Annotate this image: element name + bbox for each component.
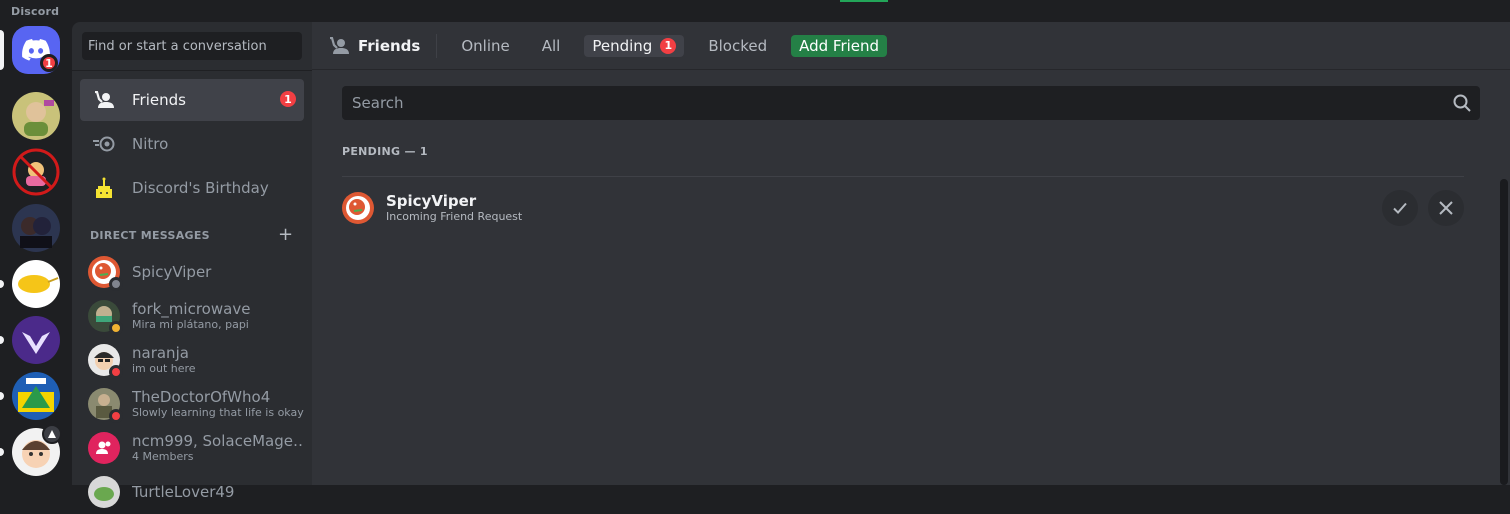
nav-friends-label: Friends [132, 91, 186, 109]
unread-pill-6 [0, 392, 4, 400]
pending-badge: 1 [660, 37, 677, 54]
avatar [342, 191, 374, 224]
avatar [88, 388, 123, 423]
dm-item-naranja[interactable]: naranja im out here [80, 338, 304, 382]
request-username: SpicyViper [386, 191, 477, 210]
unread-pill-4 [0, 280, 4, 288]
nav-nitro[interactable]: Nitro [80, 123, 304, 165]
search-input[interactable] [342, 86, 1442, 120]
dm-status-text: Slowly learning that life is okay [132, 406, 304, 419]
dm-member-count: 4 Members [132, 450, 194, 463]
dm-item-turtlelover49[interactable]: TurtleLover49 [80, 470, 304, 514]
page-title: Friends [358, 36, 421, 55]
nitro-icon [92, 132, 116, 156]
dm-item-fork-microwave[interactable]: fork_microwave Mira mi plátano, papi [80, 294, 304, 338]
dm-status-text: im out here [132, 362, 196, 375]
server-icon-6[interactable] [12, 372, 60, 420]
accept-button[interactable] [1382, 190, 1418, 226]
dm-sidebar: Find or start a conversation Friends 1 N… [72, 22, 312, 508]
dm-item-spicyviper[interactable]: SpicyViper [80, 250, 304, 294]
create-dm-button[interactable]: + [278, 224, 293, 245]
friends-icon [328, 36, 350, 55]
avatar [88, 476, 120, 508]
tab-all[interactable]: All [534, 35, 569, 57]
tab-pending-label: Pending [592, 36, 653, 55]
friends-icon [92, 88, 116, 112]
dm-name: SpicyViper [132, 263, 212, 281]
check-icon [1393, 202, 1407, 214]
friend-request-row[interactable]: SpicyViper Incoming Friend Request [342, 176, 1464, 238]
status-dnd-icon [109, 365, 123, 379]
request-type: Incoming Friend Request [386, 209, 523, 223]
title-bar: Discord [0, 0, 1510, 22]
selected-pill [0, 30, 4, 70]
dm-header: DIRECT MESSAGES [90, 229, 210, 242]
server-rail: 1 [0, 22, 72, 485]
dm-item-thedoctorofwho4[interactable]: TheDoctorOfWho4 Slowly learning that lif… [80, 382, 304, 426]
nav-friends[interactable]: Friends 1 [80, 79, 304, 121]
tab-online[interactable]: Online [453, 35, 517, 57]
unread-pill-5 [0, 336, 4, 344]
ignore-button[interactable] [1428, 190, 1464, 226]
dm-item-group[interactable]: ncm999, SolaceMage, ... 4 Members [80, 426, 304, 470]
close-icon [1439, 201, 1453, 215]
friends-topbar: Friends Online All Pending 1 Blocked Add… [312, 22, 1510, 70]
nav-birthday-label: Discord's Birthday [132, 179, 269, 197]
avatar [88, 344, 123, 379]
avatar [88, 256, 123, 291]
unread-pill-7 [0, 448, 4, 456]
friends-title: Friends [328, 36, 421, 55]
tab-pending[interactable]: Pending 1 [584, 34, 685, 57]
friends-main: Friends Online All Pending 1 Blocked Add… [312, 22, 1510, 485]
group-avatar [88, 432, 120, 464]
status-offline-icon [109, 277, 123, 291]
nav-nitro-label: Nitro [132, 135, 169, 153]
friends-search [342, 86, 1480, 120]
status-idle-icon [109, 321, 123, 335]
dm-name: TurtleLover49 [132, 483, 235, 501]
server-icon-5[interactable] [12, 316, 60, 364]
dm-name: fork_microwave [132, 300, 251, 318]
dm-status-text: Mira mi plátano, papi [132, 318, 249, 331]
home-button[interactable]: 1 [12, 26, 60, 74]
dm-name: naranja [132, 344, 189, 362]
avatar [88, 300, 123, 335]
tab-blocked[interactable]: Blocked [700, 35, 775, 57]
server-icon-2[interactable] [12, 148, 60, 196]
pending-count-label: PENDING — 1 [342, 145, 428, 158]
server-icon-1[interactable] [12, 92, 60, 140]
server-icon-7[interactable] [12, 424, 62, 476]
server-icon-3[interactable] [12, 204, 60, 252]
nav-birthday[interactable]: Discord's Birthday [80, 167, 304, 209]
friends-badge: 1 [280, 91, 296, 107]
dm-name: ncm999, SolaceMage, ... [132, 432, 304, 450]
status-dnd-icon [109, 409, 123, 423]
scrollbar[interactable] [1500, 179, 1508, 485]
dm-name: TheDoctorOfWho4 [132, 388, 271, 406]
home-badge: 1 [40, 54, 58, 72]
search-icon [1452, 93, 1472, 117]
sidebar-divider [72, 70, 312, 71]
cake-icon [92, 176, 116, 200]
title-accent [840, 0, 888, 2]
server-icon-4[interactable] [12, 260, 60, 308]
find-conversation-button[interactable]: Find or start a conversation [82, 32, 302, 60]
request-actions [1372, 190, 1464, 226]
add-friend-button[interactable]: Add Friend [791, 34, 888, 57]
topbar-divider [436, 33, 438, 58]
app-title: Discord [11, 5, 60, 18]
boost-icon [42, 424, 62, 444]
